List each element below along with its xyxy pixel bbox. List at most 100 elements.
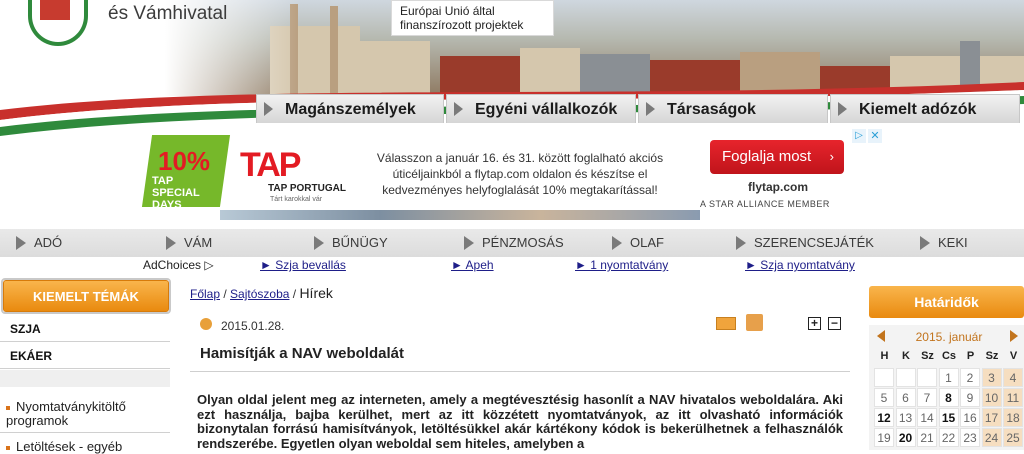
calendar-dow: H [880,350,889,362]
calendar-day[interactable]: 18 [1003,408,1023,427]
ad-brand-logo: TAP [240,146,302,184]
calendar-dow: Cs [941,350,957,362]
arrow-right-icon [612,236,622,250]
sidebar-item-szja[interactable]: SZJA [0,316,170,342]
calendar-day[interactable]: 7 [917,388,937,407]
sidebar-item-ekaer[interactable]: EKÁER [0,343,170,369]
ad-link-szja-bevallas[interactable]: ► Szja bevallás [260,258,346,272]
nav-label: OLAF [630,235,664,250]
nav-label: PÉNZMOSÁS [482,235,564,250]
calendar-day[interactable]: 10 [981,388,1002,407]
ad-badge-text: TAP SPECIAL DAYS [152,175,200,211]
sidebar-link-letoltesek[interactable]: Letöltések - egyéb [6,440,166,454]
calendar-day[interactable]: 21 [917,428,937,447]
left-sidebar-header: KIEMELT TÉMÁK [3,280,169,312]
tab-egyeni-vallalkozok[interactable]: Egyéni vállalkozók [446,94,636,123]
breadcrumb-section[interactable]: Sajtószoba [230,287,289,301]
bullet-icon [6,405,10,410]
ad-cta-button[interactable]: Foglalja most › [710,140,844,174]
ad-message: Válasszon a január 16. és 31. között fog… [376,151,664,197]
calendar-next-icon[interactable] [1010,330,1018,342]
calendar-day[interactable]: 1 [938,368,959,387]
calendar-day[interactable]: 9 [960,388,980,407]
bullet-icon [6,445,10,450]
nav-bunugy[interactable]: BŰNÜGY [310,229,388,257]
nav-szerencsejatek[interactable]: SZERENCSEJÁTÉK [732,229,874,257]
ad-brand-tagline: Tárt karokkal vár [270,196,323,203]
nav-label: VÁM [184,235,213,250]
deadlines-header: Határidők [869,286,1024,318]
agency-name: és Vámhivatal [108,3,228,24]
arrow-right-icon [646,102,655,116]
calendar-dow: V [1009,350,1018,362]
clock-icon [200,318,212,330]
breadcrumb-home[interactable]: Főlap [190,287,220,301]
calendar-day[interactable]: 20 [895,428,916,447]
calendar-day[interactable]: 16 [960,408,980,427]
calendar-day[interactable]: 4 [1003,368,1023,387]
ad-cta-label: Foglalja most [722,148,812,165]
title-divider [190,371,850,372]
calendar-month: 2015. január [915,330,983,344]
calendar-day[interactable]: 17 [981,408,1002,427]
tab-tarsasagok[interactable]: Társaságok [638,94,828,123]
email-icon[interactable] [716,317,736,330]
calendar-day[interactable]: 8 [938,388,959,407]
ad-link-1-nyomtatvany[interactable]: ► 1 nyomtatvány [575,258,668,272]
article-date: 2015.01.28. [221,319,285,333]
nav-vam[interactable]: VÁM [162,229,212,257]
nav-keki[interactable]: KEKI [916,229,968,257]
chevron-right-icon: › [829,149,834,164]
breadcrumb: Főlap / Sajtószoba / Hírek [190,285,333,301]
nav-label: SZERENCSEJÁTÉK [754,235,874,250]
print-icon[interactable] [746,314,763,331]
calendar-day[interactable]: 19 [874,428,894,447]
nav-olaf[interactable]: OLAF [608,229,664,257]
nav-label: ADÓ [34,235,63,250]
nav-penzmosas[interactable]: PÉNZMOSÁS [460,229,564,257]
adchoices-icon[interactable]: ▷ [852,129,866,143]
calendar-day[interactable]: 14 [917,408,937,427]
arrow-right-icon [920,236,930,250]
sidebar-divider [0,432,170,433]
nav-ado[interactable]: ADÓ [12,229,62,257]
zoom-out-icon[interactable]: − [828,317,841,330]
adchoices-text: AdChoices [143,258,202,272]
nav-label: BŰNÜGY [332,235,388,250]
calendar-day [874,368,894,387]
arrow-right-icon [454,102,463,116]
calendar-day[interactable]: 13 [895,408,916,427]
arrow-right-icon [16,236,26,250]
calendar-day[interactable]: 12 [874,408,894,427]
eu-project-notice[interactable]: Európai Unió által finanszírozott projek… [391,0,554,36]
arrow-right-icon [838,102,847,116]
calendar-day[interactable]: 23 [960,428,980,447]
close-icon[interactable]: ✕ [868,129,882,143]
calendar-day[interactable]: 11 [1003,388,1023,407]
calendar-day[interactable]: 15 [938,408,959,427]
calendar-day[interactable]: 24 [981,428,1002,447]
tab-label: Társaságok [667,101,756,118]
arrow-right-icon [314,236,324,250]
calendar-dow: P [966,350,975,362]
nav-label: KEKI [938,235,968,250]
ad-brand-name: TAP PORTUGAL [268,183,346,194]
calendar-day[interactable]: 25 [1003,428,1023,447]
calendar-day[interactable]: 5 [874,388,894,407]
ad-link-szja-nyomtatvany[interactable]: ► Szja nyomtatvány [745,258,855,272]
calendar-day[interactable]: 3 [981,368,1002,387]
calendar-day[interactable]: 6 [895,388,916,407]
calendar-dow: Sz [921,350,934,362]
adchoices-label[interactable]: AdChoices ▷ [143,258,214,272]
zoom-in-icon[interactable]: + [808,317,821,330]
tab-maganszemelyek[interactable]: Magánszemélyek [256,94,444,123]
ad-link-apeh[interactable]: ► Apeh [451,258,494,272]
sidebar-divider [0,370,170,387]
calendar-day[interactable]: 22 [938,428,959,447]
calendar-day[interactable]: 2 [960,368,980,387]
calendar-day [895,368,916,387]
calendar-prev-icon[interactable] [877,330,885,342]
arrow-right-icon [736,236,746,250]
sidebar-link-nyomtatvanykitolto[interactable]: Nyomtatványkitöltő programok [6,400,166,428]
tab-kiemelt-adozok[interactable]: Kiemelt adózók [830,94,1020,123]
